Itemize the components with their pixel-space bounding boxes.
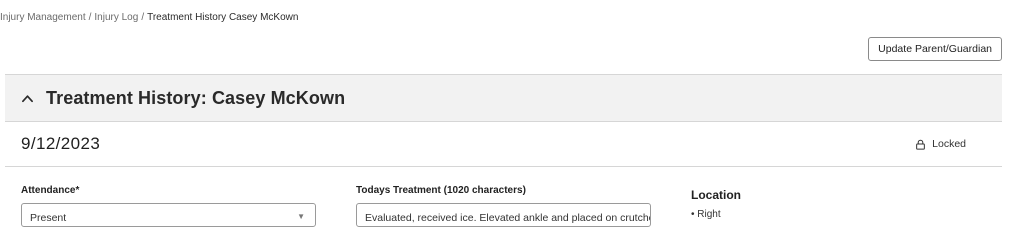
breadcrumb-current: Treatment History Casey McKown: [147, 12, 299, 23]
locked-status: Locked: [915, 138, 966, 150]
breadcrumb-item-injury-management[interactable]: Injury Management: [0, 12, 86, 23]
attendance-value: Present: [30, 212, 67, 224]
breadcrumb-separator: /: [141, 12, 145, 23]
breadcrumb: Injury Management / Injury Log / Treatment H…: [0, 12, 298, 23]
breadcrumb-item-injury-log[interactable]: Injury Log: [94, 12, 138, 23]
section-title: Treatment History: Casey McKown: [46, 87, 346, 108]
treatment-history-header[interactable]: Treatment History: Casey McKown: [5, 74, 1002, 122]
breadcrumb-separator: /: [88, 12, 92, 23]
treatment-label: Todays Treatment (1020 characters): [356, 185, 526, 196]
location-label: Location: [691, 188, 741, 202]
treatment-textarea[interactable]: Evaluated, received ice. Elevated ankle …: [356, 203, 651, 227]
locked-label: Locked: [932, 138, 966, 150]
chevron-down-icon: ▼: [297, 212, 305, 221]
location-item: • Right: [691, 209, 721, 220]
attendance-label: Attendance*: [21, 185, 80, 196]
chevron-up-icon[interactable]: [21, 92, 34, 105]
treatment-date: 9/12/2023: [21, 134, 101, 153]
lock-icon: [916, 139, 925, 150]
update-parent-guardian-button[interactable]: Update Parent/Guardian: [868, 37, 1002, 61]
treatment-date-row: 9/12/2023 Locked: [5, 122, 1002, 167]
attendance-select[interactable]: Present ▼: [21, 203, 316, 227]
